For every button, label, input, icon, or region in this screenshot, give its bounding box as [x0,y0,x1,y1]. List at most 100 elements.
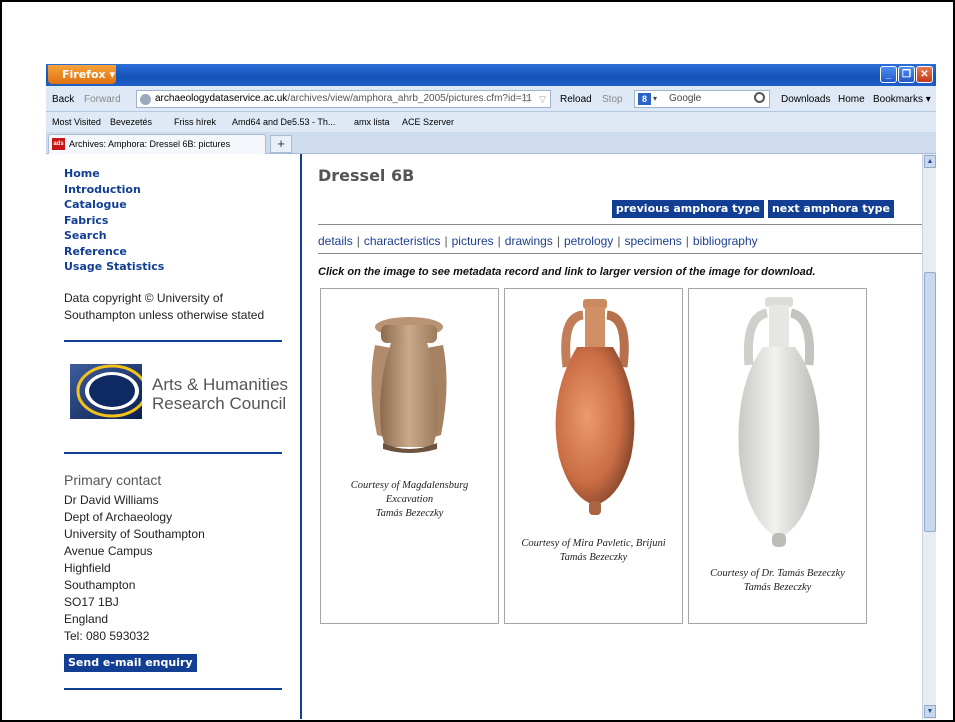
previous-amphora-type-button[interactable]: previous amphora type [611,200,764,218]
search-box[interactable]: 8 ▾ Google [634,90,770,108]
copyright-line: Data copyright © University of [64,291,223,305]
caption-line: Courtesy of Dr. Tamás Bezeczky [710,568,845,579]
scroll-down-arrow-icon[interactable]: ▼ [924,705,936,718]
tab-bibliography[interactable]: bibliography [693,234,758,248]
contact-line: Southampton [64,578,136,592]
title-bar: Firefox ▾ _ ❐ ✕ [46,64,936,86]
caption-line: Excavation [385,494,434,505]
contact-line: Highfield [64,561,111,575]
divider [318,253,922,254]
firefox-menu-button[interactable]: Firefox ▾ [48,65,116,84]
bookmark-item[interactable]: amx lista [354,117,390,127]
tab-specimens[interactable]: specimens [624,234,681,248]
bookmark-item[interactable]: ACE Szerver [402,117,454,127]
contact-line: Dr David Williams [64,493,159,507]
bookmark-item[interactable]: Amd64 and De5.53 - Th... [232,117,335,127]
bookmarks-toolbar: Most Visited Bevezetés Friss hírek Amd64… [46,112,936,132]
amphora-image[interactable] [727,295,829,555]
ads-favicon-icon: ads [52,138,65,150]
page-title: Dressel 6B [318,166,415,185]
bookmark-item[interactable]: Friss hírek [174,117,216,127]
ahrc-wordmark: Arts & Humanities Research Council [152,375,288,413]
new-tab-button[interactable]: + [270,135,292,153]
picture-card[interactable]: Courtesy of Dr. Tamás Bezeczky Tamás Bez… [688,288,867,624]
ahrc-line: Arts & Humanities [152,375,289,394]
bookmarks-menu-label: Bookmarks [873,94,924,105]
picture-card[interactable]: Courtesy of Magdalensburg Excavation Tam… [320,288,499,624]
back-button[interactable]: Back [52,94,74,105]
nav-fabrics[interactable]: Fabrics [64,213,164,229]
next-amphora-type-button[interactable]: next amphora type [767,200,894,218]
close-button[interactable]: ✕ [916,66,933,83]
nav-search[interactable]: Search [64,228,164,244]
bookmark-item[interactable]: Bevezetés [110,117,152,127]
reload-button[interactable]: Reload [560,94,592,105]
bookmark-star-icon[interactable]: ☆ [521,91,532,107]
copyright-line: Southampton unless otherwise stated [64,308,265,322]
minimize-button[interactable]: _ [880,66,897,83]
tab-details[interactable]: details [318,234,353,248]
sidebar-divider [64,688,282,690]
restore-button[interactable]: ❐ [898,66,915,83]
amphora-type-nav: previous amphora type next amphora type [611,200,894,218]
engine-dropdown-icon[interactable]: ▾ [653,91,657,107]
tab-petrology[interactable]: petrology [564,234,613,248]
search-icon[interactable] [754,92,765,103]
instructions-text: Click on the image to see metadata recor… [318,266,816,278]
nav-home[interactable]: Home [64,166,164,182]
tab-active[interactable]: ads Archives: Amphora: Dressel 6B: pictu… [48,134,266,154]
nav-catalogue[interactable]: Catalogue [64,197,164,213]
nav-reference[interactable]: Reference [64,244,164,260]
send-email-enquiry-button[interactable]: Send e-mail enquiry [64,654,197,672]
caption-line: Tamás Bezeczky [375,508,444,519]
ahrc-line: Research Council [152,394,287,413]
tab-characteristics[interactable]: characteristics [364,234,441,248]
firefox-menu-label: Firefox [62,68,106,81]
contact-line: SO17 1BJ [64,595,119,609]
url-dropdown-icon[interactable]: ▽ [539,91,546,107]
bookmarks-menu-button[interactable]: Bookmarks ▾ [873,94,931,105]
search-placeholder: Google [669,93,702,104]
site-nav: Home Introduction Catalogue Fabrics Sear… [64,166,164,275]
forward-button[interactable]: Forward [84,94,121,105]
tab-drawings[interactable]: drawings [505,234,553,248]
picture-card[interactable]: Courtesy of Mira Pavletic, Brijuni Tamás… [504,288,683,624]
contact-address: Dr David Williams Dept of Archaeology Un… [64,492,205,645]
google-engine-icon[interactable]: 8 [638,93,651,105]
tab-pictures[interactable]: pictures [452,234,494,248]
contact-line: England [64,612,109,626]
home-button[interactable]: Home [838,94,865,105]
primary-contact-heading: Primary contact [64,472,162,488]
site-identity-icon[interactable] [140,94,151,105]
contact-line: Avenue Campus [64,544,153,558]
url-bar[interactable]: archaeologydataservice.ac.uk/archives/vi… [136,90,551,108]
bookmark-item[interactable]: Most Visited [52,117,101,127]
nav-usage-statistics[interactable]: Usage Statistics [64,259,164,275]
caption-line: Tamás Bezeczky [743,582,812,593]
contact-line: Dept of Archaeology [64,510,173,524]
vertical-scrollbar[interactable]: ▲ ▼ [922,154,936,719]
picture-caption: Courtesy of Dr. Tamás Bezeczky Tamás Bez… [689,567,866,595]
caption-line: Courtesy of Mira Pavletic, Brijuni [521,538,666,549]
section-tabs: details | characteristics | pictures | drawing… [318,234,758,248]
scrollbar-thumb[interactable] [924,272,936,532]
downloads-button[interactable]: Downloads [781,94,830,105]
tab-title: Archives: Amphora: Dressel 6B: pictures [69,139,231,149]
sidebar-divider [64,452,282,454]
stop-button[interactable]: Stop [602,94,623,105]
ahrc-logo-link[interactable]: Arts & Humanities Research Council [70,364,290,420]
caption-line: Tamás Bezeczky [559,552,628,563]
browser-window: Firefox ▾ _ ❐ ✕ Back Forward archaeology… [46,64,936,719]
amphora-image[interactable] [357,315,461,455]
page-viewport: Home Introduction Catalogue Fabrics Sear… [46,154,922,719]
amphora-image[interactable] [539,297,651,525]
sidebar-divider [64,340,282,342]
picture-caption: Courtesy of Magdalensburg Excavation Tam… [321,479,498,521]
url-path: /archives/view/amphora_ahrb_2005/picture… [287,93,532,104]
caption-line: Courtesy of Magdalensburg [350,480,469,491]
tab-strip: ads Archives: Amphora: Dressel 6B: pictu… [46,132,936,154]
contact-line: Tel: 080 593032 [64,629,150,643]
picture-caption: Courtesy of Mira Pavletic, Brijuni Tamás… [505,537,682,565]
nav-introduction[interactable]: Introduction [64,182,164,198]
scroll-up-arrow-icon[interactable]: ▲ [924,155,936,168]
